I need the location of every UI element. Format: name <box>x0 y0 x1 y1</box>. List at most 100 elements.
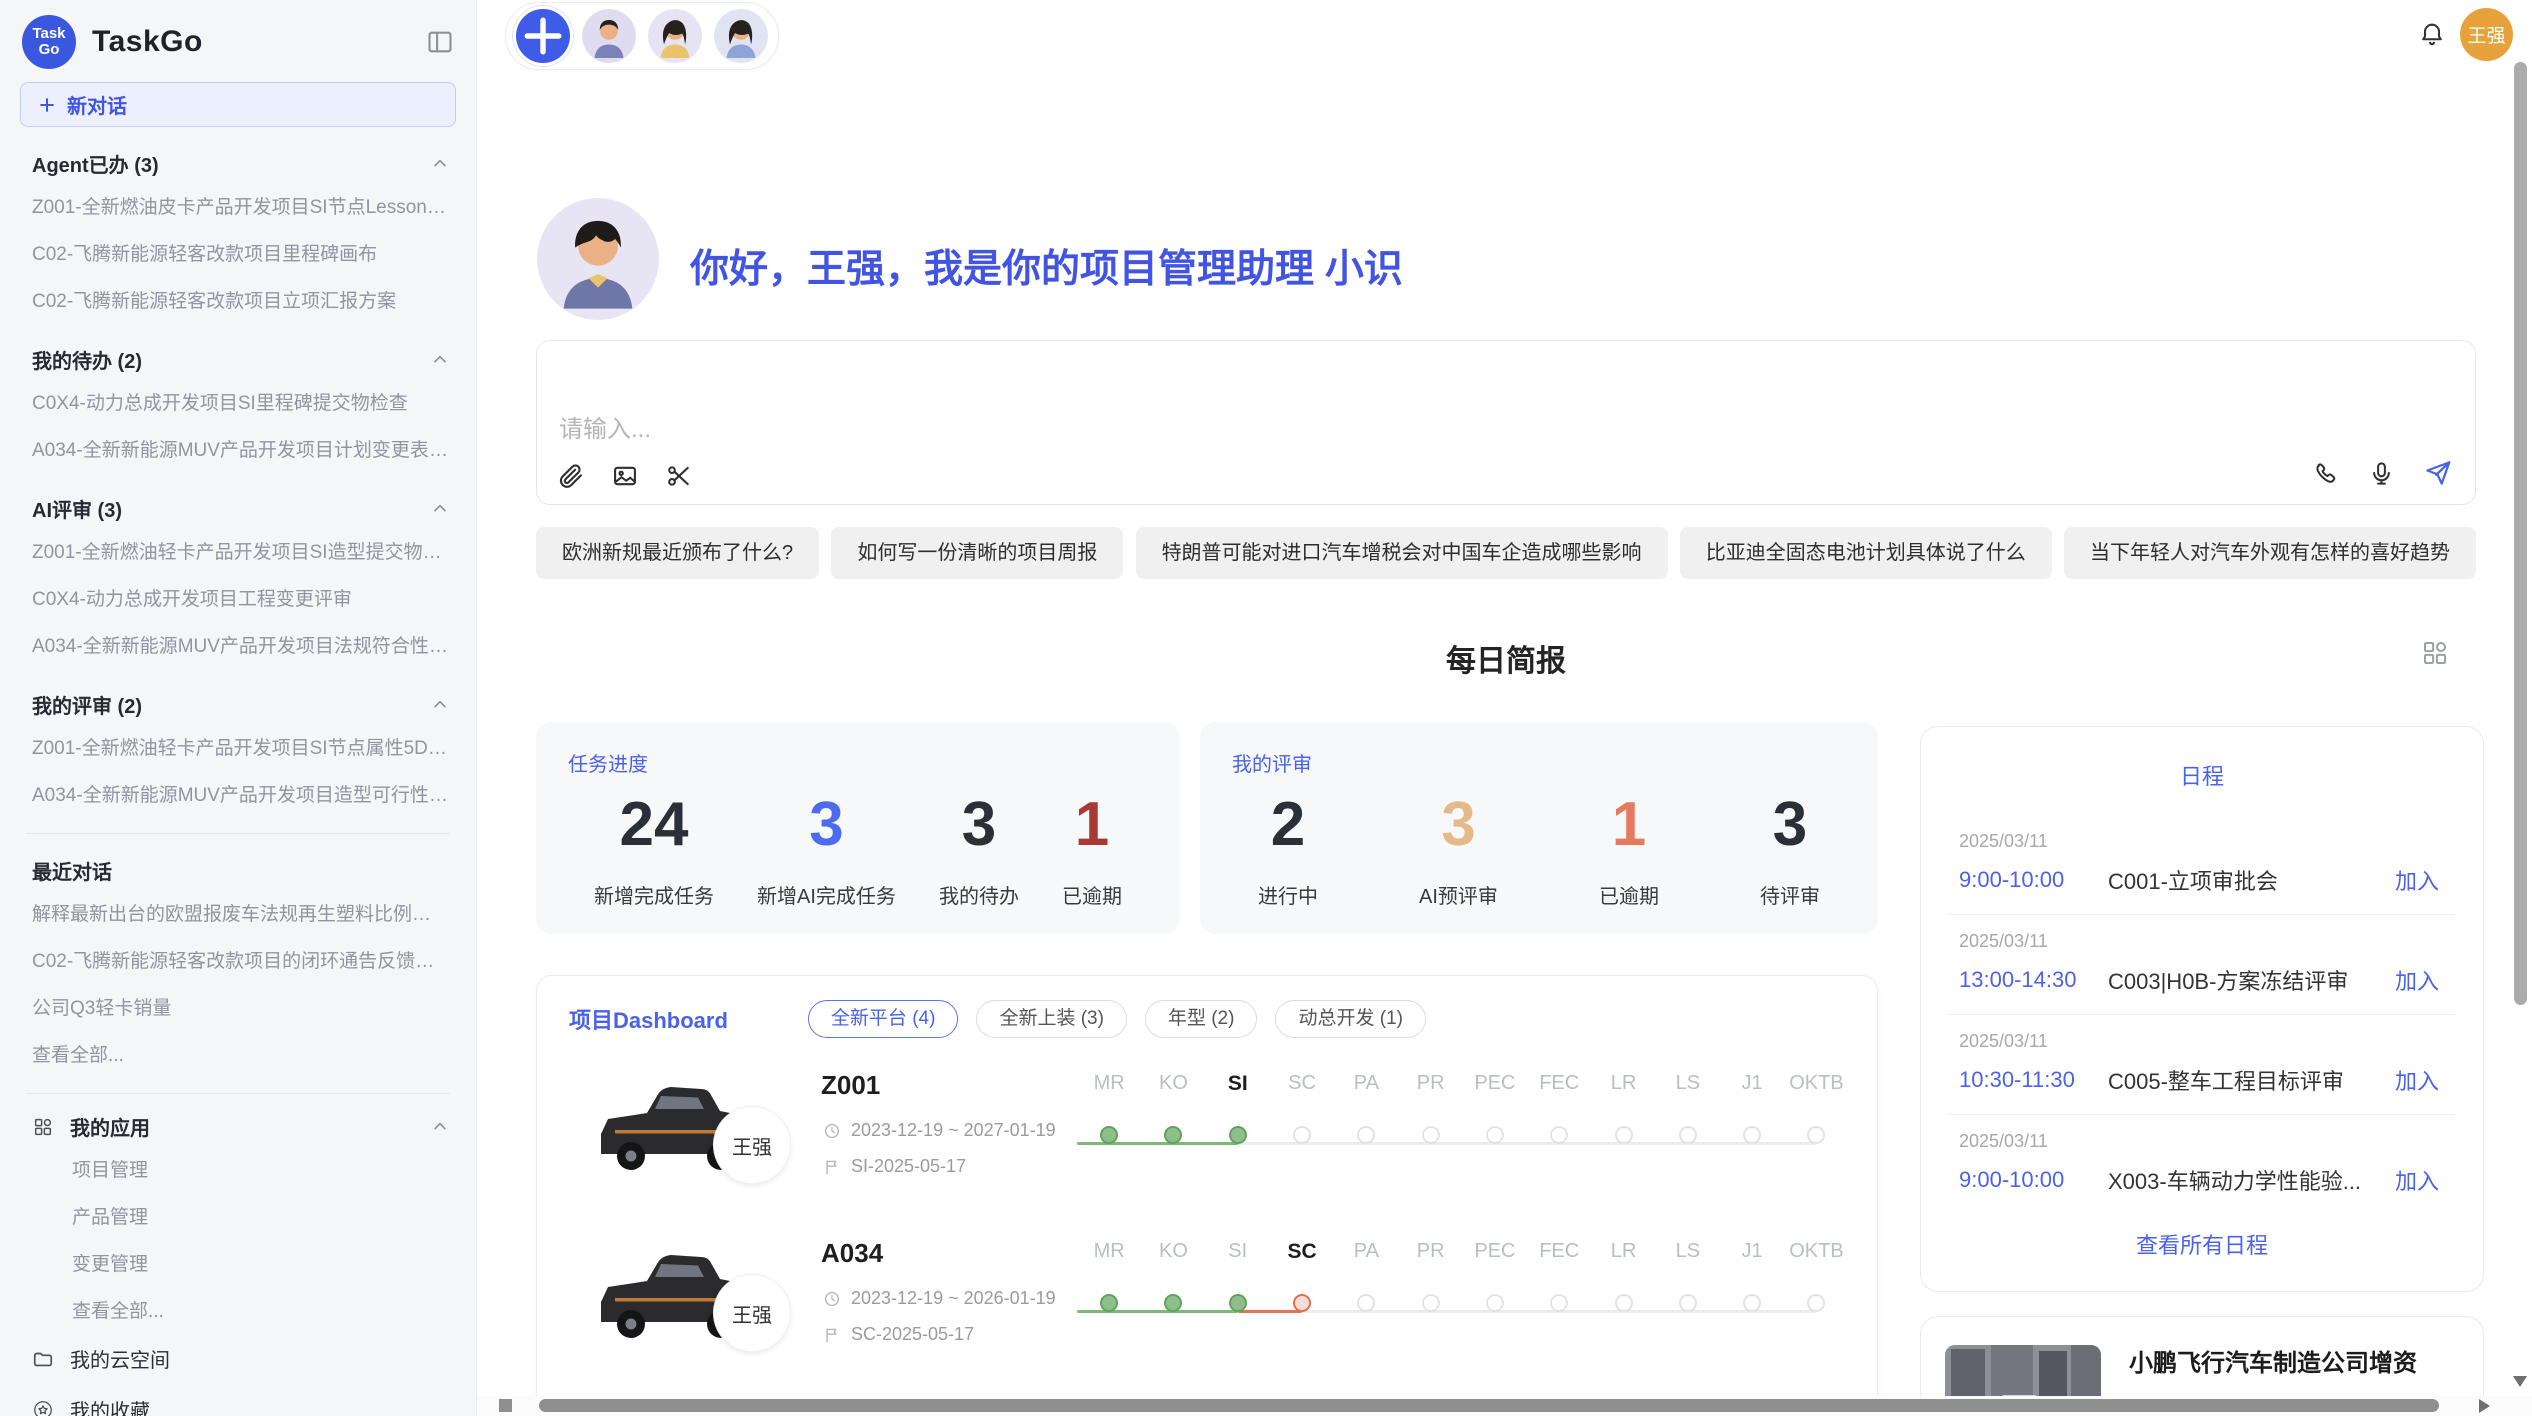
user-avatar[interactable]: 王强 <box>2460 8 2513 61</box>
suggestion-chip[interactable]: 比亚迪全固态电池计划具体说了什么 <box>1680 527 2052 579</box>
agent-avatar-3[interactable] <box>714 9 768 63</box>
notification-bell-icon[interactable] <box>2418 20 2446 48</box>
project-name[interactable]: A034 <box>821 1238 883 1269</box>
chat-input-box[interactable]: 请输入... <box>536 340 2476 505</box>
sidebar-item[interactable]: Z001-全新燃油轻卡产品开发项目SI造型提交物评审 <box>20 527 456 574</box>
milestone[interactable]: FEC <box>1527 1240 1591 1312</box>
dashboard-tab[interactable]: 全新平台 (4) <box>808 1000 959 1038</box>
new-chat-button[interactable]: 新对话 <box>20 82 456 127</box>
suggestion-chip[interactable]: 特朗普可能对进口汽车增税会对中国车企造成哪些影响 <box>1136 527 1668 579</box>
vertical-scrollbar-thumb[interactable] <box>2514 62 2527 1005</box>
stat-item: 24新增完成任务 <box>594 788 714 909</box>
layout-grid-icon[interactable] <box>2420 638 2450 668</box>
dashboard-tab[interactable]: 年型 (2) <box>1145 1000 1258 1038</box>
sidebar-item[interactable]: C02-飞腾新能源轻客改款项目里程碑画布 <box>20 229 456 276</box>
suggestion-chip[interactable]: 如何写一份清晰的项目周报 <box>831 527 1123 579</box>
agent-avatar-1[interactable] <box>582 9 636 63</box>
milestone[interactable]: PA <box>1334 1240 1398 1312</box>
milestone[interactable]: LR <box>1591 1240 1655 1312</box>
vertical-scrollbar[interactable] <box>2510 0 2532 1416</box>
project-name[interactable]: Z001 <box>821 1070 880 1101</box>
milestone[interactable]: PEC <box>1463 1240 1527 1312</box>
sidebar-item[interactable]: Z001-全新燃油皮卡产品开发项目SI节点Lesson Learn报告 <box>20 182 456 229</box>
chevron-up-icon[interactable] <box>430 1117 450 1137</box>
app-item[interactable]: 变更管理 <box>20 1239 456 1286</box>
milestone[interactable]: MR <box>1077 1240 1141 1312</box>
milestone-node <box>1229 1294 1247 1312</box>
sidebar-section-header[interactable]: Agent已办 (3) <box>32 149 450 178</box>
recent-view-all-link[interactable]: 查看全部... <box>20 1030 456 1077</box>
sidebar-item[interactable]: A034-全新新能源MUV产品开发项目计划变更表编写 <box>20 425 456 472</box>
milestone[interactable]: KO <box>1141 1240 1205 1312</box>
chevron-up-icon[interactable] <box>430 350 450 370</box>
scissors-icon[interactable] <box>665 462 693 490</box>
sidebar-item[interactable]: C0X4-动力总成开发项目工程变更评审 <box>20 574 456 621</box>
milestone-label: SC <box>1287 1240 1316 1268</box>
sidebar-item[interactable]: A034-全新新能源MUV产品开发项目法规符合性评审 <box>20 621 456 668</box>
recent-chats-header[interactable]: 最近对话 <box>32 856 450 885</box>
send-icon[interactable] <box>2423 458 2453 488</box>
milestone[interactable]: LS <box>1656 1240 1720 1312</box>
horizontal-scrollbar[interactable] <box>477 1396 2532 1416</box>
event-join-link[interactable]: 加入 <box>2395 1164 2439 1196</box>
add-agent-button[interactable] <box>516 9 570 63</box>
sidebar-item[interactable]: C02-飞腾新能源轻客改款项目立项汇报方案 <box>20 276 456 323</box>
view-all-schedule-link[interactable]: 查看所有日程 <box>1921 1228 2483 1260</box>
flag-icon <box>823 1326 841 1344</box>
event-join-link[interactable]: 加入 <box>2395 1064 2439 1096</box>
collapse-sidebar-icon[interactable] <box>426 28 454 56</box>
milestone[interactable]: J1 <box>1720 1072 1784 1144</box>
milestone[interactable]: OKTB <box>1784 1072 1848 1144</box>
microphone-icon[interactable] <box>2368 460 2395 487</box>
agent-avatar-2[interactable] <box>648 9 702 63</box>
app-item[interactable]: 项目管理 <box>20 1145 456 1192</box>
milestone[interactable]: SC <box>1270 1072 1334 1144</box>
scrollbar-down-arrow[interactable] <box>2513 1376 2527 1387</box>
suggestion-chip[interactable]: 当下年轻人对汽车外观有怎样的喜好趋势 <box>2064 527 2476 579</box>
milestone[interactable]: SC <box>1270 1240 1334 1312</box>
apps-view-all-link[interactable]: 查看全部... <box>20 1286 456 1333</box>
sidebar-section-header[interactable]: AI评审 (3) <box>32 494 450 523</box>
milestone[interactable]: PR <box>1398 1072 1462 1144</box>
milestone[interactable]: PR <box>1398 1240 1462 1312</box>
milestone-label: PA <box>1354 1072 1379 1100</box>
my-apps-header[interactable]: 我的应用 <box>32 1112 450 1141</box>
milestone[interactable]: LR <box>1591 1072 1655 1144</box>
milestone[interactable]: MR <box>1077 1072 1141 1144</box>
attachment-icon[interactable] <box>557 462 585 490</box>
milestone[interactable]: FEC <box>1527 1072 1591 1144</box>
chevron-up-icon[interactable] <box>430 695 450 715</box>
milestone[interactable]: PA <box>1334 1072 1398 1144</box>
phone-call-icon[interactable] <box>2313 460 2340 487</box>
suggestion-chip[interactable]: 欧洲新规最近颁布了什么? <box>536 527 819 579</box>
milestone-label: LR <box>1611 1240 1637 1268</box>
dashboard-tab[interactable]: 全新上装 (3) <box>976 1000 1127 1038</box>
sidebar-link-star[interactable]: 我的收藏 <box>20 1384 456 1416</box>
event-join-link[interactable]: 加入 <box>2395 864 2439 896</box>
sidebar-section-header[interactable]: 我的待办 (2) <box>32 345 450 374</box>
sidebar-item[interactable]: C0X4-动力总成开发项目SI里程碑提交物检查 <box>20 378 456 425</box>
sidebar-item[interactable]: Z001-全新燃油轻卡产品开发项目SI节点属性5D文件评审 <box>20 723 456 770</box>
event-join-link[interactable]: 加入 <box>2395 964 2439 996</box>
recent-chat-item[interactable]: C02-飞腾新能源轻客改款项目的闭环通告反馈情况 <box>20 936 456 983</box>
dashboard-tab[interactable]: 动总开发 (1) <box>1275 1000 1426 1038</box>
app-item[interactable]: 产品管理 <box>20 1192 456 1239</box>
horizontal-scrollbar-thumb[interactable] <box>539 1399 2439 1412</box>
milestone[interactable]: SI <box>1206 1072 1270 1144</box>
image-upload-icon[interactable] <box>611 462 639 490</box>
milestone[interactable]: SI <box>1206 1240 1270 1312</box>
scrollbar-left-button[interactable] <box>499 1399 512 1412</box>
recent-chat-item[interactable]: 解释最新出台的欧盟报废车法规再生塑料比例被调至15%… <box>20 889 456 936</box>
milestone[interactable]: PEC <box>1463 1072 1527 1144</box>
chevron-up-icon[interactable] <box>430 499 450 519</box>
recent-chat-item[interactable]: 公司Q3轻卡销量 <box>20 983 456 1030</box>
milestone[interactable]: OKTB <box>1784 1240 1848 1312</box>
chevron-up-icon[interactable] <box>430 154 450 174</box>
sidebar-section-header[interactable]: 我的评审 (2) <box>32 690 450 719</box>
milestone[interactable]: KO <box>1141 1072 1205 1144</box>
scrollbar-right-arrow[interactable] <box>2479 1399 2490 1413</box>
milestone[interactable]: LS <box>1656 1072 1720 1144</box>
sidebar-item[interactable]: A034-全新新能源MUV产品开发项目造型可行性评审 <box>20 770 456 817</box>
milestone[interactable]: J1 <box>1720 1240 1784 1312</box>
sidebar-link-folder[interactable]: 我的云空间 <box>20 1333 456 1384</box>
